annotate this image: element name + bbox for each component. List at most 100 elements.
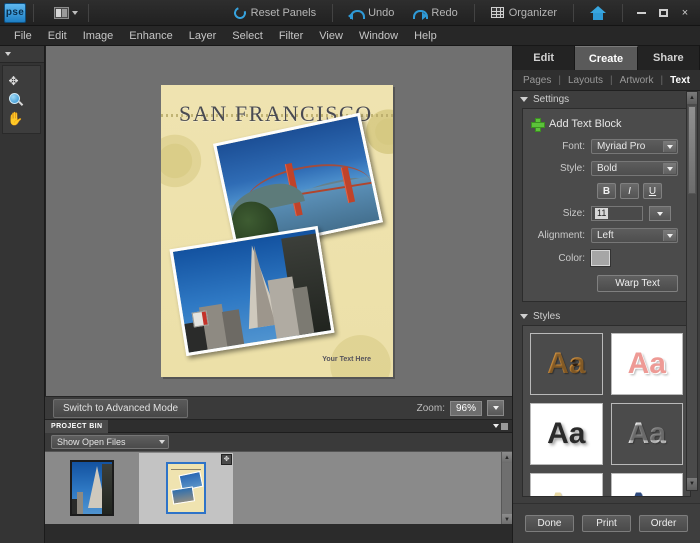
project-bin-scrollbar[interactable]: ▲ ▼ bbox=[501, 452, 512, 525]
alignment-label: Alignment: bbox=[537, 230, 585, 241]
chevron-down-icon bbox=[159, 440, 165, 444]
top-toolbar: pse Reset Panels Undo Redo Organizer × bbox=[0, 0, 700, 26]
move-icon: ✥ bbox=[223, 455, 230, 463]
organizer-button[interactable]: Organizer bbox=[482, 0, 566, 25]
underline-button[interactable]: U bbox=[643, 183, 662, 199]
tools-panel-collapse[interactable] bbox=[0, 46, 44, 63]
collage-document-thumbnail bbox=[166, 462, 206, 514]
chevron-down-icon[interactable] bbox=[493, 424, 499, 428]
minimize-icon bbox=[636, 11, 646, 14]
move-tool-button[interactable]: ✥ bbox=[7, 72, 24, 89]
show-open-files-dropdown[interactable]: Show Open Files bbox=[51, 435, 169, 449]
order-button[interactable]: Order bbox=[639, 515, 688, 532]
home-button[interactable] bbox=[581, 0, 615, 25]
subtab-layouts[interactable]: Layouts bbox=[561, 75, 610, 86]
document-canvas[interactable]: SAN FRANCISCO Your Text Here bbox=[161, 85, 393, 377]
settings-section-header[interactable]: Settings bbox=[513, 91, 700, 108]
style-thumbnail-denim[interactable]: Aa bbox=[610, 473, 683, 496]
layout-selector-button[interactable] bbox=[51, 5, 81, 21]
thumbnail-detail bbox=[171, 469, 201, 470]
tab-share[interactable]: Share bbox=[638, 46, 700, 70]
chevron-down-icon bbox=[492, 406, 499, 410]
font-value: Myriad Pro bbox=[597, 141, 646, 152]
style-thumbnail-cream[interactable]: Aa bbox=[530, 473, 603, 496]
menu-item-view[interactable]: View bbox=[311, 28, 351, 44]
photo-detail bbox=[76, 492, 84, 514]
size-dropdown-button[interactable] bbox=[649, 206, 671, 221]
maximize-button[interactable] bbox=[652, 0, 674, 26]
minimize-button[interactable] bbox=[630, 0, 652, 26]
alignment-dropdown[interactable]: Left bbox=[591, 228, 678, 243]
chevron-down-icon bbox=[667, 233, 673, 238]
color-swatch-button[interactable] bbox=[591, 250, 610, 266]
scrollbar-thumb[interactable] bbox=[688, 106, 696, 194]
size-input[interactable]: 11 bbox=[591, 206, 643, 221]
bold-button[interactable]: B bbox=[597, 183, 616, 199]
zoom-dropdown-button[interactable] bbox=[487, 400, 504, 416]
menu-item-image[interactable]: Image bbox=[75, 28, 122, 44]
bin-item-collage-document[interactable]: ✥ bbox=[139, 452, 233, 524]
undo-button[interactable]: Undo bbox=[340, 0, 403, 25]
add-text-block-label: Add Text Block bbox=[549, 118, 622, 130]
italic-button[interactable]: I bbox=[620, 183, 639, 199]
maximize-icon bbox=[658, 8, 668, 17]
subtab-artwork[interactable]: Artwork bbox=[613, 75, 661, 86]
project-bin-strip[interactable]: ✥ ▲ ▼ bbox=[45, 451, 512, 525]
styles-section-header[interactable]: Styles bbox=[513, 308, 700, 325]
menu-item-help[interactable]: Help bbox=[406, 28, 445, 44]
bottom-strip bbox=[45, 524, 512, 543]
organizer-icon bbox=[490, 7, 504, 18]
dropdown-arrow-button[interactable] bbox=[663, 163, 676, 174]
document-footer-text[interactable]: Your Text Here bbox=[322, 356, 371, 363]
scroll-up-button[interactable]: ▲ bbox=[687, 92, 697, 104]
zoom-input[interactable]: 96% bbox=[449, 400, 482, 416]
close-button[interactable]: × bbox=[674, 0, 696, 26]
style-thumbnail-chrome[interactable]: Aa bbox=[610, 403, 683, 465]
tools-panel: ✥ ✋ bbox=[0, 46, 45, 543]
hand-tool-button[interactable]: ✋ bbox=[7, 110, 24, 127]
tool-grid: ✥ ✋ bbox=[2, 65, 41, 134]
application-window: pse Reset Panels Undo Redo Organizer × F… bbox=[0, 0, 700, 543]
styles-grid[interactable]: Aa Aa Aa Aa Aa Aa bbox=[522, 325, 691, 497]
dropdown-arrow-button[interactable] bbox=[663, 141, 676, 152]
menu-item-enhance[interactable]: Enhance bbox=[121, 28, 180, 44]
tab-create[interactable]: Create bbox=[575, 46, 638, 70]
menu-item-filter[interactable]: Filter bbox=[271, 28, 311, 44]
style-thumbnail-black-grunge[interactable]: Aa bbox=[530, 403, 603, 465]
done-button[interactable]: Done bbox=[525, 515, 574, 532]
style-dropdown[interactable]: Bold bbox=[591, 161, 678, 176]
project-bin-tab[interactable]: PROJECT BIN bbox=[45, 419, 109, 433]
dropdown-arrow-button[interactable] bbox=[663, 230, 676, 241]
bin-item-city-photo[interactable] bbox=[45, 453, 139, 524]
canvas-area[interactable]: SAN FRANCISCO Your Text Here bbox=[45, 46, 512, 396]
subtab-pages[interactable]: Pages bbox=[516, 75, 558, 86]
print-button[interactable]: Print bbox=[582, 515, 631, 532]
menu-item-select[interactable]: Select bbox=[224, 28, 271, 44]
menu-item-edit[interactable]: Edit bbox=[40, 28, 75, 44]
menu-bar: File Edit Image Enhance Layer Select Fil… bbox=[0, 26, 700, 46]
redo-button[interactable]: Redo bbox=[403, 0, 466, 25]
style-thumbnail-leopard[interactable]: Aa bbox=[530, 333, 603, 395]
reset-panels-button[interactable]: Reset Panels bbox=[225, 0, 325, 25]
menu-item-layer[interactable]: Layer bbox=[181, 28, 225, 44]
app-logo: pse bbox=[4, 2, 26, 23]
scroll-up-button[interactable]: ▲ bbox=[502, 452, 512, 463]
switch-to-advanced-mode-button[interactable]: Switch to Advanced Mode bbox=[53, 398, 189, 418]
subtab-text[interactable]: Text bbox=[663, 75, 697, 86]
add-text-block-button[interactable]: Add Text Block bbox=[529, 116, 684, 132]
panel-menu-icon[interactable] bbox=[501, 422, 508, 430]
chevron-down-icon bbox=[72, 10, 78, 15]
menu-item-window[interactable]: Window bbox=[351, 28, 406, 44]
scroll-down-button[interactable]: ▼ bbox=[687, 478, 697, 490]
font-dropdown[interactable]: Myriad Pro bbox=[591, 139, 678, 154]
warp-text-button[interactable]: Warp Text bbox=[597, 275, 678, 292]
panel-tabs: Edit Create Share bbox=[513, 46, 700, 70]
zoom-tool-button[interactable] bbox=[7, 91, 24, 108]
reset-panels-label: Reset Panels bbox=[250, 6, 317, 19]
menu-item-file[interactable]: File bbox=[6, 28, 40, 44]
tab-edit[interactable]: Edit bbox=[513, 46, 576, 70]
style-thumbnail-pink[interactable]: Aa bbox=[610, 333, 683, 395]
plus-icon bbox=[531, 118, 545, 132]
color-label: Color: bbox=[558, 252, 585, 264]
right-panel-scrollbar[interactable]: ▲ ▼ bbox=[686, 91, 698, 491]
